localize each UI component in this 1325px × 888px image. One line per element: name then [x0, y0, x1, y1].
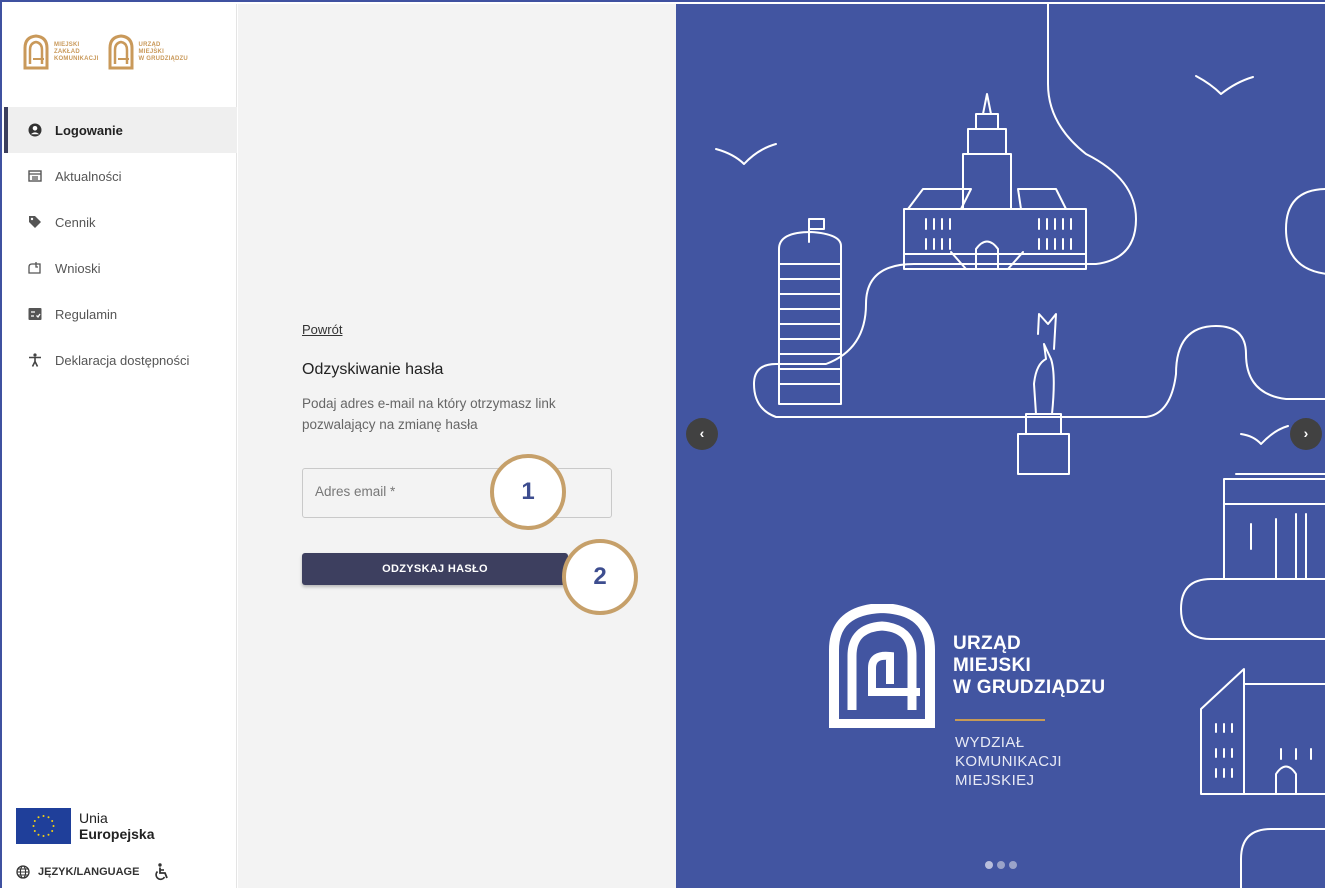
back-link[interactable]: Powrót [302, 322, 342, 337]
wheelchair-icon[interactable] [155, 863, 179, 881]
carousel-prev-button[interactable]: ‹ [686, 418, 718, 450]
chevron-left-icon: ‹ [699, 425, 705, 441]
recover-password-button[interactable]: ODZYSKAJ HASŁO [302, 553, 568, 585]
sidebar-item-logowanie[interactable]: Logowanie [4, 107, 237, 153]
eu-flag-icon [16, 808, 71, 844]
callout-badge-1: 1 [490, 454, 566, 530]
arch-logo-icon [108, 34, 134, 70]
eu-label: Unia Europejska [79, 810, 155, 842]
globe-icon [16, 865, 30, 879]
app-window: MIEJSKI ZAKŁAD KOMUNIKACJI URZĄD MIEJSKI… [0, 0, 1325, 888]
sidebar-item-cennik[interactable]: Cennik [4, 199, 237, 245]
sidebar-item-label: Regulamin [55, 306, 118, 322]
um-logo: URZĄD MIEJSKI W GRUDZIĄDZU [107, 34, 188, 70]
language-label: JĘZYK/LANGUAGE [38, 866, 140, 878]
sidebar-item-label: Aktualności [55, 168, 122, 184]
sidebar: MIEJSKI ZAKŁAD KOMUNIKACJI URZĄD MIEJSKI… [4, 4, 237, 888]
chevron-right-icon: › [1303, 425, 1309, 441]
image-carousel: ‹ › URZĄD MIEJSKI W GRUDZIĄDZU WYDZIAŁ K… [676, 4, 1325, 888]
sidebar-item-label: Deklaracja dostępności [55, 352, 190, 368]
carousel-dot[interactable] [1009, 861, 1017, 869]
sidebar-item-deklaracja[interactable]: Deklaracja dostępności [4, 337, 237, 383]
language-switcher[interactable]: JĘZYK/LANGUAGE [16, 863, 179, 881]
tag-icon [28, 215, 42, 229]
department-name: WYDZIAŁ KOMUNIKACJI MIEJSKIEJ [955, 734, 1062, 789]
eu-badge: Unia Europejska [16, 808, 154, 844]
mailbox-icon [28, 261, 42, 275]
page-title: Odzyskiwanie hasła [302, 361, 444, 378]
callout-badge-2: 2 [562, 539, 638, 615]
accessibility-person-icon [28, 353, 42, 367]
carousel-indicators [985, 861, 1017, 869]
brand-right-text: URZĄD MIEJSKI W GRUDZIĄDZU [138, 41, 188, 62]
newspaper-icon [28, 169, 42, 183]
brand-left-text: MIEJSKI ZAKŁAD KOMUNIKACJI [54, 41, 99, 62]
checklist-icon [28, 307, 42, 321]
sidebar-item-aktualnosci[interactable]: Aktualności [4, 153, 237, 199]
carousel-dot[interactable] [985, 861, 993, 869]
user-circle-icon [28, 123, 42, 137]
city-arch-logo-icon [829, 604, 935, 728]
sidebar-item-label: Cennik [55, 214, 96, 230]
sidebar-item-label: Wnioski [55, 260, 101, 276]
sidebar-item-wnioski[interactable]: Wnioski [4, 245, 237, 291]
mzk-logo: MIEJSKI ZAKŁAD KOMUNIKACJI [22, 34, 99, 70]
sidebar-nav: Logowanie Aktualności Cennik Wnioski Reg… [4, 107, 237, 383]
gold-divider [955, 719, 1045, 721]
carousel-dot[interactable] [997, 861, 1005, 869]
brand-logos[interactable]: MIEJSKI ZAKŁAD KOMUNIKACJI URZĄD MIEJSKI… [22, 34, 188, 70]
sidebar-item-regulamin[interactable]: Regulamin [4, 291, 237, 337]
carousel-next-button[interactable]: › [1290, 418, 1322, 450]
arch-logo-icon [23, 34, 49, 70]
sidebar-item-label: Logowanie [55, 122, 123, 138]
recovery-panel: Powrót Odzyskiwanie hasła Podaj adres e-… [238, 4, 676, 888]
city-title: URZĄD MIEJSKI W GRUDZIĄDZU [953, 633, 1106, 698]
form-description: Podaj adres e-mail na który otrzymasz li… [302, 396, 556, 432]
